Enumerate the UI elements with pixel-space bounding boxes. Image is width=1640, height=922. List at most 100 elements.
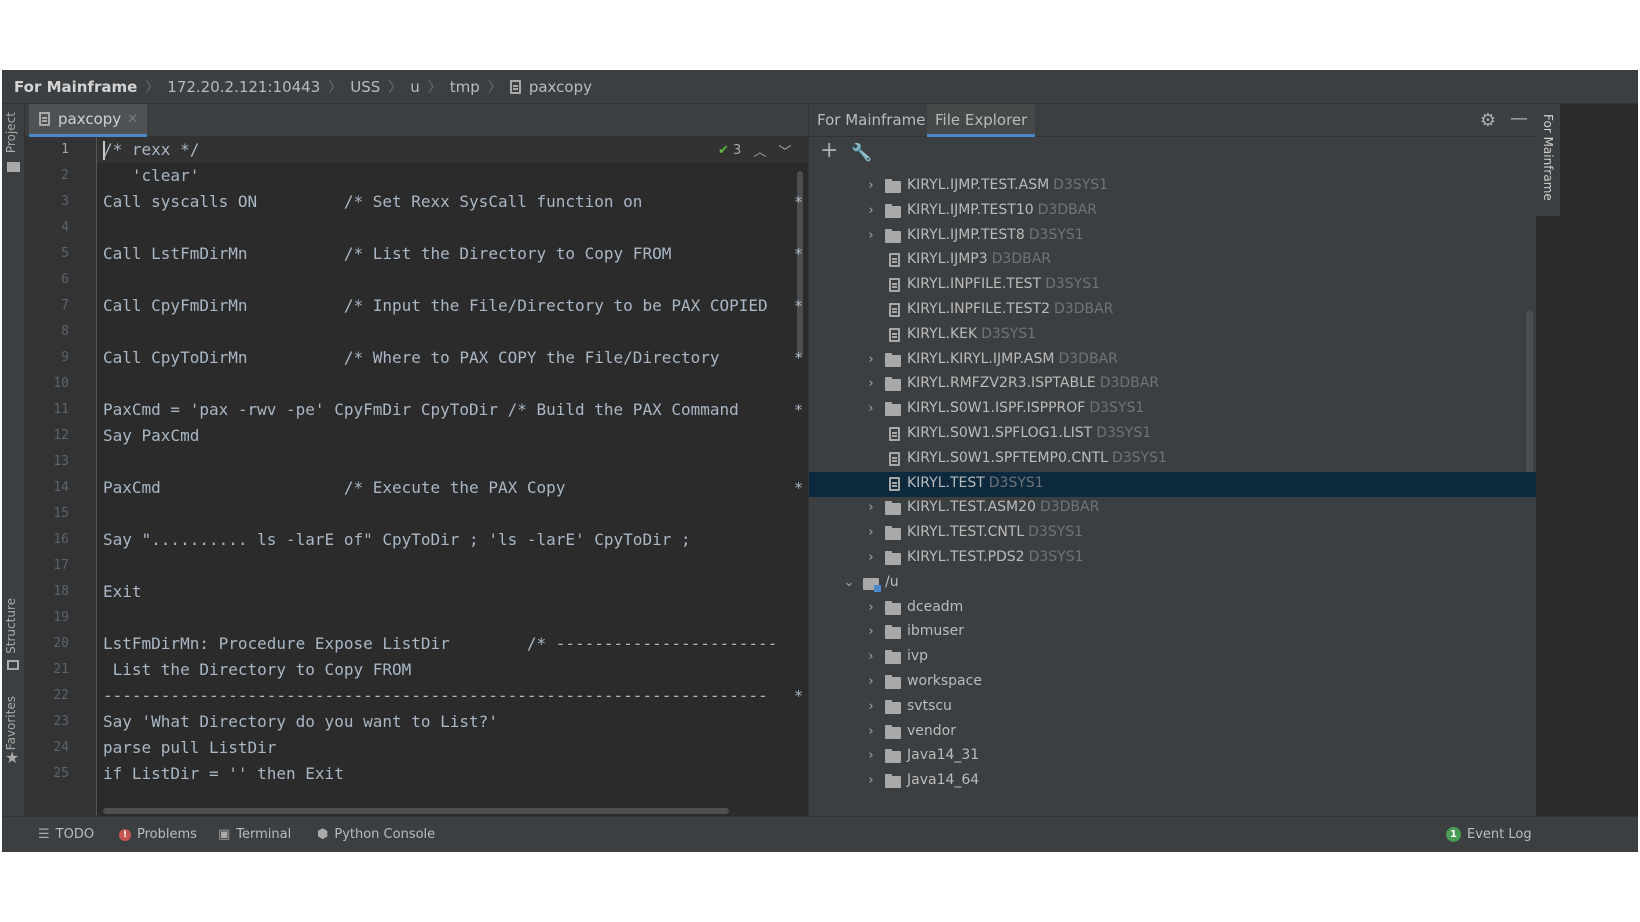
chevron-right-icon[interactable]: › [865,773,877,788]
minimize-icon[interactable]: — [1510,108,1528,129]
chevron-right-icon[interactable]: › [865,649,877,664]
tree-item-owner: D3SYS1 [1028,549,1084,565]
tree-folder-item[interactable]: › KIRYL.IJMP.TEST10 D3DBAR [809,199,1536,224]
code-line: if ListDir = '' then Exit [103,764,344,783]
line-number: 13 [53,454,69,469]
chevron-right-icon[interactable]: › [865,674,877,689]
tree-item-owner: D3SYS1 [988,474,1044,491]
line-end-marker: * [794,349,804,367]
breadcrumb-item-host[interactable]: 172.20.2.121:10443 [167,78,320,96]
breadcrumb-item-tmp[interactable]: tmp [450,78,480,96]
close-icon[interactable]: ✕ [127,112,138,127]
python-console-tool-button[interactable]: ⬢ Python Console [317,827,435,842]
tree-file-item[interactable]: KIRYL.INPFILE.TEST2 D3DBAR [809,298,1536,323]
chevron-right-icon[interactable]: › [865,699,877,714]
python-icon: ⬢ [317,827,329,842]
tree-item-name: ibmuser [907,623,964,640]
tree-folder-item[interactable]: › svtscu [809,695,1536,720]
tree-item-name: svtscu [907,697,952,714]
tree-folder-item[interactable]: › dceadm [809,596,1536,621]
chevron-right-icon[interactable]: › [865,748,877,763]
tab-for-mainframe[interactable]: For Mainframe [809,104,934,137]
event-log-count-badge: 1 [1446,827,1461,842]
problems-tool-button[interactable]: ! Problems [119,827,197,842]
chevron-right-icon[interactable]: › [865,178,877,193]
tree-folder-item[interactable]: › KIRYL.IJMP.TEST.ASM D3SYS1 [809,174,1536,199]
chevron-right-icon[interactable]: › [865,550,877,565]
for-mainframe-tool-tab[interactable]: For Mainframe [1536,104,1560,216]
line-number: 10 [53,376,69,391]
breadcrumb-item-root[interactable]: For Mainframe [14,78,137,96]
todo-tool-button[interactable]: ☰ TODO [38,827,94,842]
code-line: Say 'What Directory do you want to List?… [103,712,498,731]
tree-item-name: KIRYL.IJMP.TEST10 [907,201,1034,218]
chevron-right-icon[interactable]: › [865,724,877,739]
code-line: Call LstFmDirMn /* List the Directory to… [103,244,672,263]
chevron-right-icon[interactable]: › [865,376,877,391]
line-number: 24 [53,740,69,755]
chevron-right-icon[interactable]: › [865,600,877,615]
tree-folder-item[interactable]: › ibmuser [809,620,1536,645]
breadcrumb-item-file[interactable]: paxcopy [509,78,592,96]
chevron-right-icon[interactable]: › [865,203,877,218]
chevron-down-icon[interactable]: ⌄ [843,575,855,590]
tree-item-name: KIRYL.KEK [907,325,978,342]
tree-item-owner: D3DBAR [991,251,1052,268]
tree-folder-item[interactable]: › KIRYL.TEST.CNTL D3SYS1 [809,521,1536,546]
tree-folder-item[interactable]: › KIRYL.IJMP.TEST8 D3SYS1 [809,224,1536,249]
tree-folder-item[interactable]: › Java14_64 [809,769,1536,794]
tree-file-item[interactable]: KIRYL.S0W1.SPFTEMP0.CNTL D3SYS1 [809,447,1536,472]
code-line: /* rexx */ [103,140,200,159]
event-log-tool-button[interactable]: 1 Event Log [1446,827,1532,842]
editor-tab-label: paxcopy [58,110,122,128]
terminal-tool-button[interactable]: ▣ Terminal [218,827,291,842]
chevron-right-icon[interactable]: › [865,352,877,367]
chevron-right-icon[interactable]: › [865,525,877,540]
gear-icon[interactable]: ⚙ [1480,110,1496,131]
chevron-right-icon[interactable]: › [865,401,877,416]
tab-file-explorer[interactable]: File Explorer [927,104,1036,137]
chevron-up-icon[interactable]: ︿ [753,141,766,160]
editor-tab-paxcopy[interactable]: paxcopy ✕ [29,104,147,137]
tree-file-item[interactable]: KIRYL.TEST D3SYS1 [809,471,1536,497]
breadcrumb-item-u[interactable]: u [410,78,420,96]
chevron-right-icon[interactable]: › [865,624,877,639]
code-line: Exit [103,582,142,601]
line-number: 9 [61,350,69,365]
chevron-down-icon[interactable]: ﹀ [778,141,791,160]
tree-folder-item[interactable]: › KIRYL.TEST.PDS2 D3SYS1 [809,546,1536,571]
error-icon: ! [119,828,131,841]
file-explorer-tree[interactable]: › KIRYL.IJMP.TEST.ASM D3SYS1 › KIRYL.IJMP.TE… [808,171,1536,816]
tree-file-item[interactable]: KIRYL.KEK D3SYS1 [809,323,1536,348]
tree-folder-item[interactable]: › Java14_31 [809,744,1536,769]
code-editor[interactable]: 1 2 3 4 5 6 7 8 9 10 11 12 13 14 15 16 17 18 19 20 21 22 23 24 2… [25,137,808,816]
inspection-widget[interactable]: ✔ 3 ︿ ﹀ [718,137,791,163]
folder-icon [885,774,901,789]
chevron-right-icon[interactable]: › [865,228,877,243]
tree-folder-item[interactable]: › KIRYL.RMFZV2R3.ISPTABLE D3DBAR [809,372,1536,397]
tree-folder-item[interactable]: › KIRYL.S0W1.ISPF.ISPPROF D3SYS1 [809,397,1536,422]
file-icon [889,476,900,491]
breadcrumb-separator: 〉 [487,79,502,96]
project-tool-tab[interactable]: Project [4,112,18,153]
problems-label: Problems [137,827,197,842]
tree-item-name: KIRYL.TEST.ASM20 [907,499,1036,516]
favorites-tool-tab[interactable]: Favorites [4,696,18,750]
tree-file-item[interactable]: KIRYL.IJMP3 D3DBAR [809,248,1536,273]
add-icon[interactable]: + [820,138,838,163]
editor-horizontal-scrollbar[interactable] [103,808,729,814]
inspection-status[interactable]: ✔ 3 [718,143,741,158]
tree-folder-item[interactable]: › KIRYL.TEST.ASM20 D3DBAR [809,496,1536,521]
tree-folder-item[interactable]: ⌄ /u [809,571,1536,596]
tree-folder-item[interactable]: › ivp [809,645,1536,670]
chevron-right-icon[interactable]: › [865,500,877,515]
code-line: LstFmDirMn: Procedure Expose ListDir /* … [103,634,778,653]
breadcrumb-item-uss[interactable]: USS [350,78,380,96]
tree-folder-item[interactable]: › vendor [809,720,1536,745]
tree-file-item[interactable]: KIRYL.INPFILE.TEST D3SYS1 [809,273,1536,298]
tree-file-item[interactable]: KIRYL.S0W1.SPFLOG1.LIST D3SYS1 [809,422,1536,447]
tree-folder-item[interactable]: › KIRYL.KIRYL.IJMP.ASM D3DBAR [809,348,1536,373]
tree-folder-item[interactable]: › workspace [809,670,1536,695]
structure-tool-tab[interactable]: Structure [4,598,18,654]
wrench-icon[interactable]: 🔧 [851,143,872,163]
